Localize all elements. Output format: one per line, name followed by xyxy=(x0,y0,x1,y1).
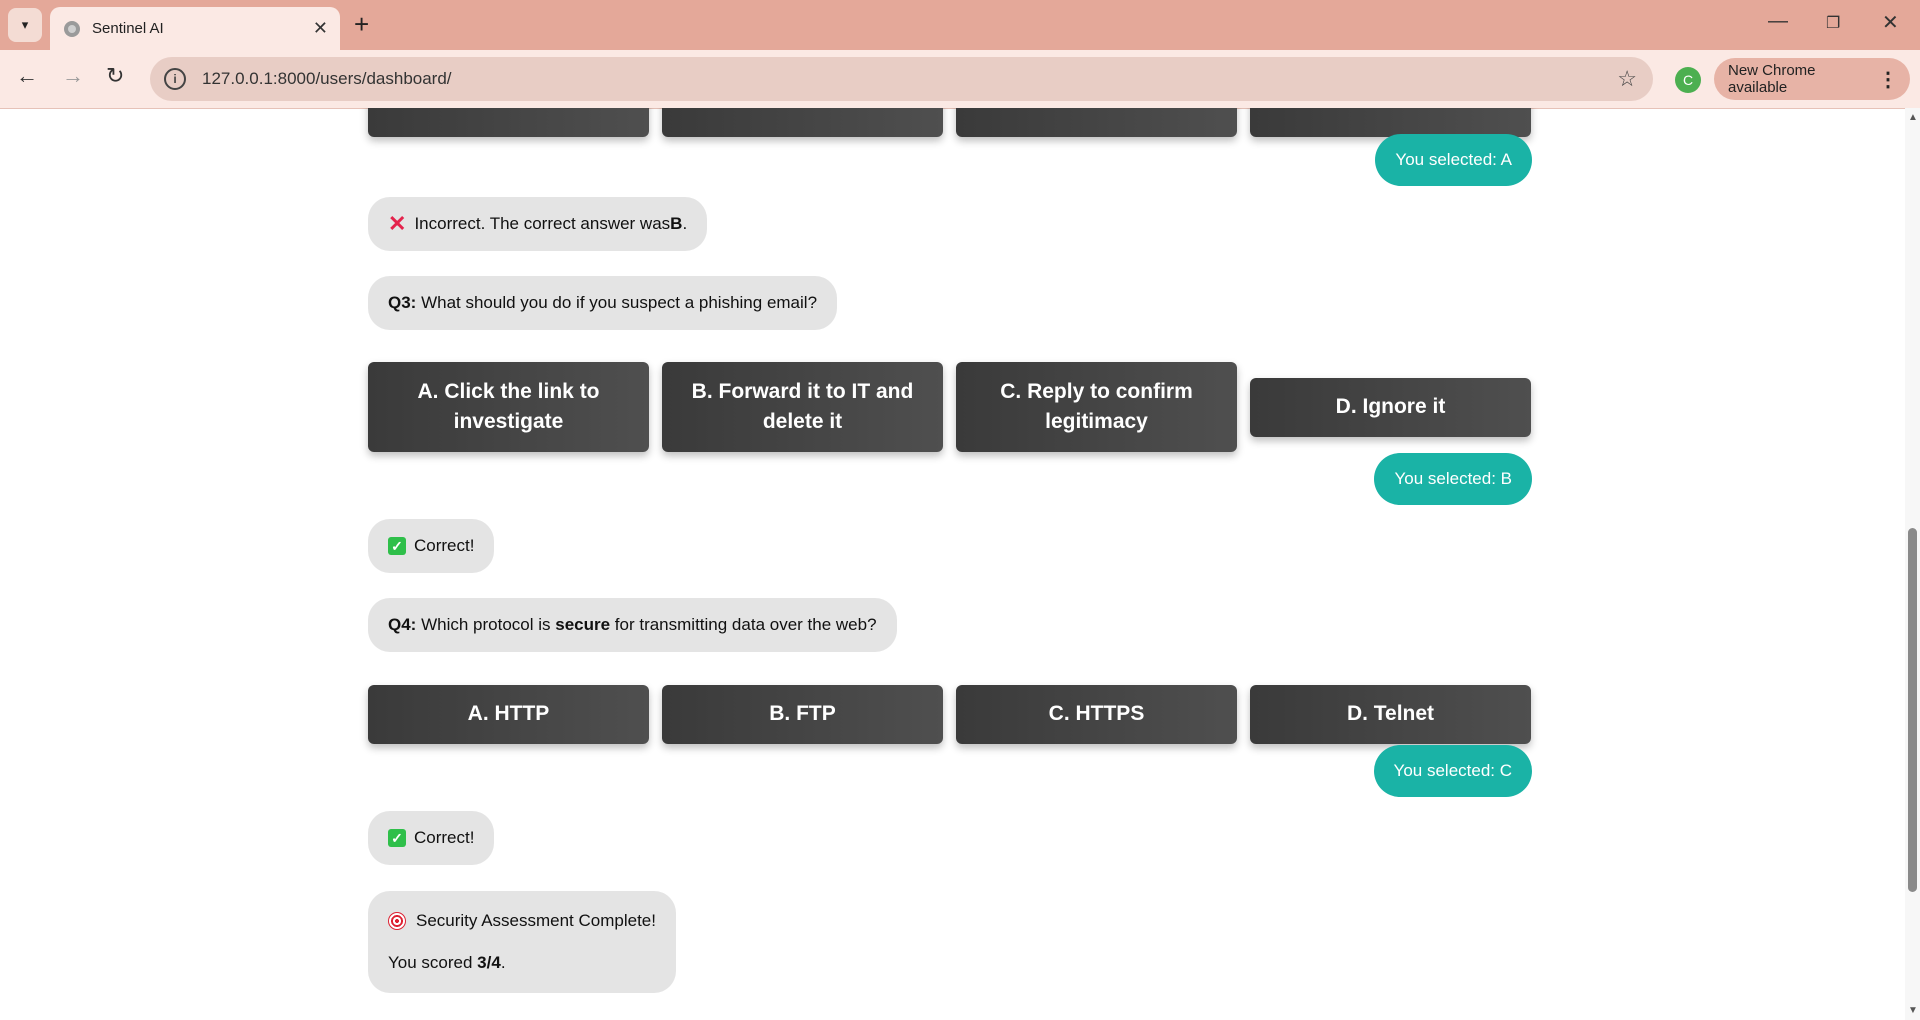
summary-title: Security Assessment Complete! xyxy=(416,911,656,930)
back-arrow-icon[interactable]: ← xyxy=(16,63,38,89)
address-bar[interactable]: i 127.0.0.1:8000/users/dashboard/ ☆ xyxy=(150,57,1653,101)
question-bubble-q4: Q4: Which protocol is secure for transmi… xyxy=(368,598,897,652)
feedback-bubble-incorrect: ✕ Incorrect. The correct answer was B. xyxy=(368,197,708,251)
vertical-scrollbar[interactable]: ▲ ▼ xyxy=(1905,108,1920,1020)
q3-option-d[interactable]: D. Ignore it xyxy=(1250,377,1531,437)
question-bubble-q3: Q3: What should you do if you suspect a … xyxy=(368,276,838,330)
summary-score-line: You scored 3/4. xyxy=(388,953,506,973)
minimize-icon[interactable]: — xyxy=(1768,10,1788,33)
bookmark-star-icon[interactable]: ☆ xyxy=(1617,66,1637,92)
tab-search-chevron-icon[interactable]: ▾ xyxy=(8,8,42,42)
feedback-text: Incorrect. The correct answer was xyxy=(414,214,671,233)
feedback-bubble-correct: ✓ Correct! xyxy=(368,811,495,865)
summary-score: 3/4 xyxy=(477,953,501,972)
feedback-suffix: . xyxy=(682,214,688,233)
scrollbar-thumb[interactable] xyxy=(1908,528,1917,892)
correct-answer: B xyxy=(670,214,683,233)
summary-suffix: . xyxy=(500,953,506,972)
chrome-update-label: New Chrome available xyxy=(1728,62,1816,96)
q4-option-a[interactable]: A. HTTP xyxy=(368,684,649,744)
question-label: Q4: xyxy=(388,615,417,634)
browser-toolbar: ← → ↻ i 127.0.0.1:8000/users/dashboard/ … xyxy=(0,50,1920,109)
cross-mark-icon: ✕ xyxy=(388,211,407,236)
new-tab-icon[interactable]: + xyxy=(354,10,369,38)
tab-close-icon[interactable]: ✕ xyxy=(313,18,328,39)
chrome-update-button[interactable]: New Chrome available ⋮ xyxy=(1714,58,1910,100)
summary-prefix: You scored xyxy=(388,953,478,972)
reload-icon[interactable]: ↻ xyxy=(106,63,124,89)
summary-heading: Security Assessment Complete! xyxy=(388,911,656,931)
target-icon xyxy=(388,912,406,930)
q3-option-a[interactable]: A. Click the link to investigate xyxy=(368,362,649,452)
kebab-menu-icon[interactable]: ⋮ xyxy=(1878,67,1898,92)
close-window-icon[interactable]: ✕ xyxy=(1882,10,1899,35)
q4-options: A. HTTP B. FTP C. HTTPS D. Telnet xyxy=(368,684,1533,744)
summary-bubble: Security Assessment Complete! You scored… xyxy=(368,891,676,993)
q2-option-b[interactable] xyxy=(662,108,943,137)
scroll-up-icon[interactable]: ▲ xyxy=(1908,112,1918,123)
feedback-text: Correct! xyxy=(414,536,475,555)
site-info-icon[interactable]: i xyxy=(164,68,186,90)
url-text[interactable]: 127.0.0.1:8000/users/dashboard/ xyxy=(202,69,1617,89)
q3-options: A. Click the link to investigate B. Forw… xyxy=(368,362,1533,452)
q2-options xyxy=(368,108,1533,137)
globe-icon xyxy=(64,20,80,37)
scroll-down-icon[interactable]: ▼ xyxy=(1908,1005,1918,1016)
question-emphasis: secure xyxy=(555,615,611,634)
browser-tab[interactable]: Sentinel AI ✕ xyxy=(50,7,340,50)
q2-option-d[interactable] xyxy=(1250,108,1531,137)
q2-option-c[interactable] xyxy=(956,108,1237,137)
user-selection-bubble: You selected: B xyxy=(1374,453,1532,505)
q4-option-c[interactable]: C. HTTPS xyxy=(956,684,1237,744)
q2-option-a[interactable] xyxy=(368,108,649,137)
q4-option-d[interactable]: D. Telnet xyxy=(1250,684,1531,744)
question-label: Q3: xyxy=(388,293,417,312)
feedback-text: Correct! xyxy=(414,828,475,847)
restore-icon[interactable]: ❐ xyxy=(1826,13,1840,33)
q4-option-b[interactable]: B. FTP xyxy=(662,684,943,744)
question-text-part2: for transmitting data over the web? xyxy=(610,615,877,634)
user-selection-bubble: You selected: A xyxy=(1375,134,1532,186)
chat-page: You selected: A ✕ Incorrect. The correct… xyxy=(0,108,1905,1020)
tab-title: Sentinel AI xyxy=(92,20,164,37)
user-selection-bubble: You selected: C xyxy=(1373,745,1532,797)
forward-arrow-icon[interactable]: → xyxy=(62,63,84,89)
q3-option-b[interactable]: B. Forward it to IT and delete it xyxy=(662,362,943,452)
feedback-bubble-correct: ✓ Correct! xyxy=(368,519,495,573)
question-text-part1: Which protocol is xyxy=(416,615,556,634)
check-mark-icon: ✓ xyxy=(388,829,406,847)
q3-option-c[interactable]: C. Reply to confirm legitimacy xyxy=(956,362,1237,452)
browser-tab-bar: ▾ Sentinel AI ✕ + — ❐ ✕ xyxy=(0,0,1920,50)
question-text: What should you do if you suspect a phis… xyxy=(416,293,818,312)
profile-avatar[interactable]: C xyxy=(1675,67,1701,93)
check-mark-icon: ✓ xyxy=(388,537,406,555)
